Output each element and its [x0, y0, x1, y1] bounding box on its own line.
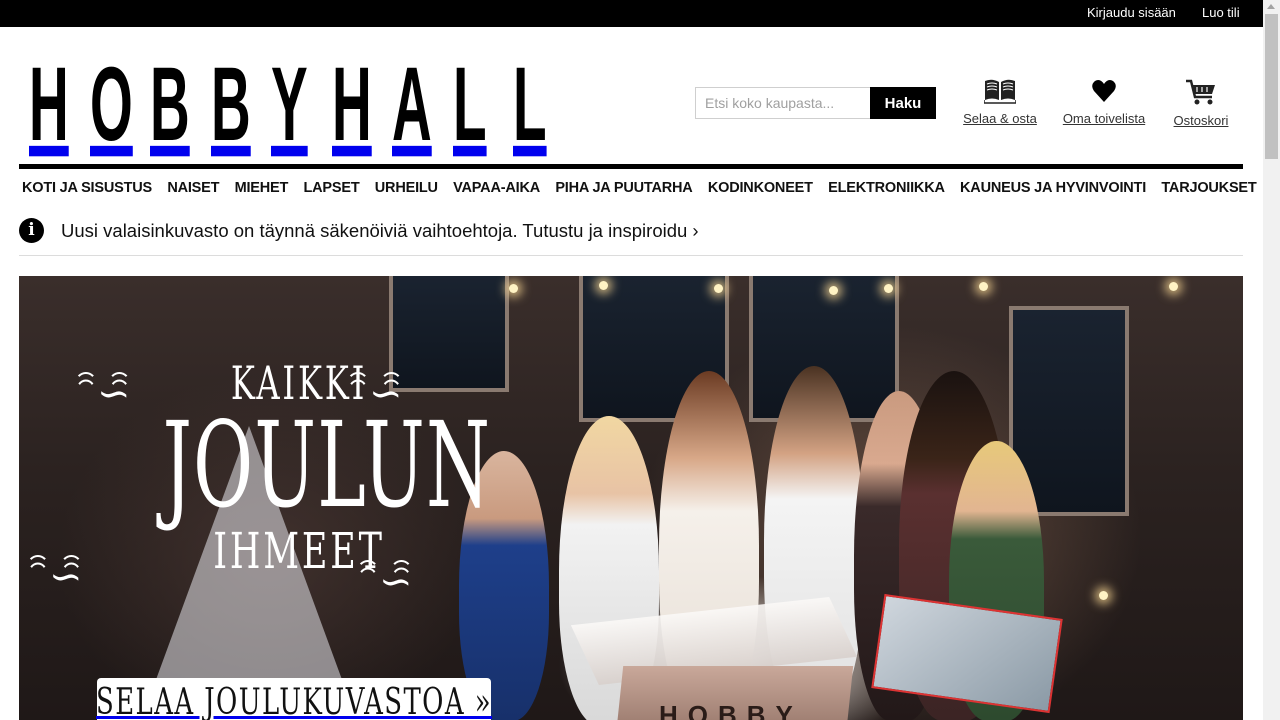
logo-letter: Y [271, 46, 308, 163]
wishlist-label: Oma toivelista [1062, 111, 1146, 126]
hero-cta-label: SELAA JOULUKUVASTOA » [96, 682, 493, 720]
logo-letter: L [452, 46, 487, 163]
logo-letter: B [210, 46, 251, 163]
browse-christmas-catalog-button[interactable]: SELAA JOULUKUVASTOA » [96, 678, 493, 720]
light-bulb [884, 284, 893, 293]
light-bulb [829, 286, 838, 295]
light-bulb [979, 282, 988, 291]
light-bulb [599, 281, 608, 290]
gift-box-label: HOBBY [659, 700, 803, 720]
hero-title-line-3: IHMEET [213, 522, 385, 580]
nav-item-miehet[interactable]: MIEHET [235, 180, 289, 200]
logo-letter: L [513, 46, 547, 163]
light-bulb [1169, 282, 1178, 291]
logo-letter: B [150, 46, 190, 163]
light-bulb [509, 284, 518, 293]
logo-letter: H [331, 46, 372, 163]
nav-item-tarjoukset[interactable]: TARJOUKSET [1161, 180, 1256, 200]
nav-item-naiset[interactable]: NAISET [167, 180, 219, 200]
shopping-cart-button[interactable]: Ostoskori [1170, 78, 1232, 128]
hero-title: KAIKKI JOULUN IHMEET [79, 356, 519, 580]
scroll-up-arrow[interactable] [1263, 0, 1280, 14]
nav-divider [19, 164, 1243, 169]
shopping-cart-icon [1186, 79, 1215, 105]
open-book-icon [984, 79, 1016, 104]
nav-item-vapaa-aika[interactable]: VAPAA-AIKA [453, 180, 540, 200]
hero-banner[interactable]: HOBBY ꩰ∽ꩰ ꩰ∽ꩰ ꩰ∽ꩰ ꩰ∽ꩰ KAIKKI JOULUN IHME… [19, 276, 1243, 720]
search-button[interactable]: Haku [870, 87, 936, 119]
nav-item-kodinkoneet[interactable]: KODINKONEET [708, 180, 813, 200]
nav-item-elektroniikka[interactable]: ELEKTRONIIKKA [828, 180, 945, 200]
logo-letter: O [89, 46, 133, 163]
nav-item-piha-ja-puutarha[interactable]: PIHA JA PUUTARHA [555, 180, 692, 200]
nav-item-koti-ja-sisustus[interactable]: KOTI JA SISUSTUS [22, 180, 152, 200]
light-bulb [714, 284, 723, 293]
browse-and-shop-button[interactable]: Selaa & osta [962, 78, 1038, 126]
main-nav: KOTI JA SISUSTUS NAISET MIEHET LAPSET URHEIL… [22, 180, 1272, 200]
heart-icon [1092, 80, 1116, 102]
search-input[interactable] [695, 87, 871, 119]
notice-banner[interactable]: i Uusi valaisinkuvasto on täynnä säkenöi… [19, 217, 1243, 256]
logo-letter: H [29, 46, 69, 163]
hero-title-line-2: JOULUN [162, 396, 492, 534]
info-icon: i [19, 218, 44, 243]
wishlist-button[interactable]: Oma toivelista [1061, 78, 1147, 126]
top-bar: Kirjaudu sisään Luo tili [0, 0, 1263, 27]
nav-item-urheilu[interactable]: URHEILU [375, 180, 438, 200]
nav-item-kauneus-ja-hyvinvointi[interactable]: KAUNEUS JA HYVINVOINTI [960, 180, 1146, 200]
swirl-ornament: ꩰ∽ꩰ [49, 554, 83, 600]
hobbyhall-logo[interactable]: HOBBYHALL [20, 46, 547, 163]
nav-item-lapset[interactable]: LAPSET [303, 180, 359, 200]
scrollbar-thumb[interactable] [1265, 14, 1278, 159]
notice-link[interactable]: Uusi valaisinkuvasto on täynnä säkenöivi… [61, 220, 699, 242]
logo-letter: A [392, 46, 432, 163]
cart-label: Ostoskori [1173, 113, 1229, 128]
login-link[interactable]: Kirjaudu sisään [1087, 5, 1176, 20]
light-bulb [1099, 591, 1108, 600]
browse-label: Selaa & osta [963, 111, 1037, 126]
create-account-link[interactable]: Luo tili [1202, 5, 1240, 20]
